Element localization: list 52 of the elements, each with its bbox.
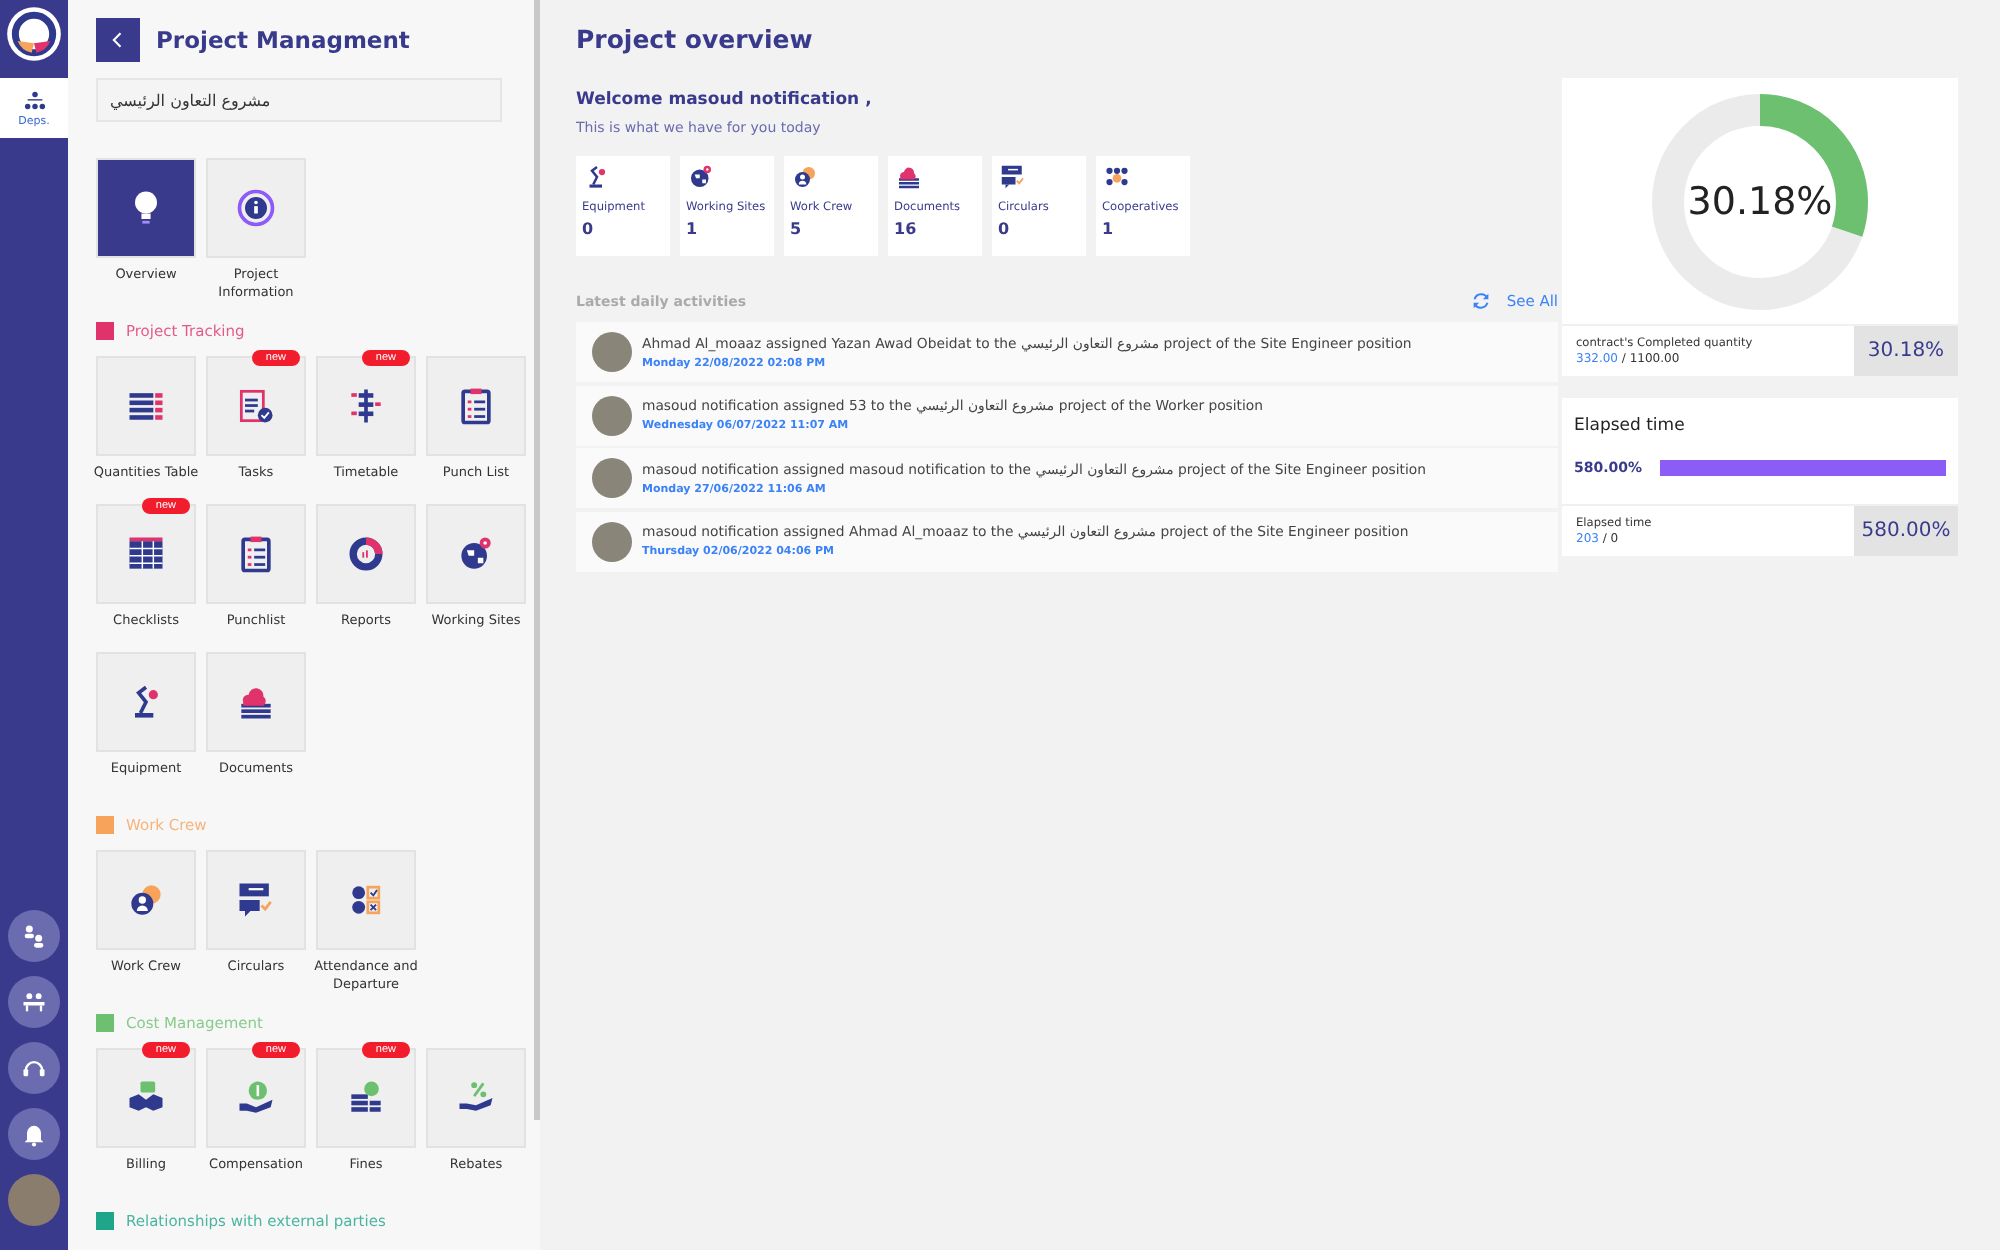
stat-value: 0 bbox=[998, 220, 1012, 238]
scrollbar[interactable] bbox=[534, 0, 540, 1120]
percent-value: 580.00% bbox=[1854, 506, 1958, 556]
module-tile[interactable] bbox=[316, 850, 416, 950]
person-badge-icon bbox=[790, 162, 820, 192]
meeting-desk-button[interactable] bbox=[8, 976, 60, 1028]
stat-value: 16 bbox=[894, 220, 919, 238]
logo-icon bbox=[6, 6, 62, 62]
people-swap-button[interactable] bbox=[8, 910, 60, 962]
cloud-files-icon bbox=[894, 162, 924, 192]
user-avatar[interactable] bbox=[8, 1174, 60, 1226]
avatar-photo bbox=[592, 332, 632, 372]
module-tile[interactable] bbox=[426, 504, 526, 604]
bell-button[interactable] bbox=[8, 1108, 60, 1160]
module-tile[interactable] bbox=[426, 356, 526, 456]
people-swap-icon bbox=[20, 922, 48, 950]
percent-value: 30.18% bbox=[1854, 326, 1958, 376]
chat-bubbles-icon bbox=[998, 162, 1028, 192]
page-title: Project overview bbox=[576, 24, 815, 54]
progress-reading: 30.18% bbox=[1687, 179, 1833, 223]
welcome-heading: Welcome masoud notification , bbox=[576, 90, 874, 110]
bell-icon bbox=[20, 1120, 48, 1148]
card-title: Elapsed time bbox=[1572, 414, 1687, 436]
module-tile[interactable] bbox=[316, 504, 416, 604]
module-tile[interactable] bbox=[96, 652, 196, 752]
module-tile[interactable] bbox=[206, 158, 306, 258]
avatar-photo bbox=[592, 395, 632, 435]
project-field[interactable]: مشروع التعاون الرئيسي bbox=[96, 78, 502, 122]
clipboard-check-icon bbox=[234, 384, 278, 428]
donut-chart-icon bbox=[344, 532, 388, 576]
module-tile[interactable] bbox=[206, 652, 306, 752]
module-tile[interactable] bbox=[206, 850, 306, 950]
module-tile[interactable] bbox=[96, 158, 196, 258]
avatar-photo bbox=[592, 521, 632, 561]
refresh-icon bbox=[1470, 290, 1493, 312]
back-button[interactable] bbox=[96, 18, 140, 62]
module-tile[interactable] bbox=[426, 1048, 526, 1148]
stat-value: 5 bbox=[790, 220, 804, 238]
org-chart-icon bbox=[23, 89, 45, 111]
stat-value: 1 bbox=[686, 220, 700, 238]
meeting-desk-icon bbox=[20, 988, 48, 1016]
module-tile[interactable] bbox=[96, 850, 196, 950]
info-icon bbox=[234, 186, 278, 230]
avatar-photo bbox=[592, 458, 632, 498]
globe-pin-icon bbox=[686, 162, 716, 192]
panel-title: Project Managment bbox=[156, 26, 410, 54]
module-tile[interactable] bbox=[206, 504, 306, 604]
headset-button[interactable] bbox=[8, 1042, 60, 1094]
stat-value: 0 bbox=[582, 220, 596, 238]
stat-value: 1 bbox=[1102, 220, 1116, 238]
module-tile[interactable] bbox=[96, 356, 196, 456]
chat-bubbles-icon bbox=[234, 878, 278, 922]
